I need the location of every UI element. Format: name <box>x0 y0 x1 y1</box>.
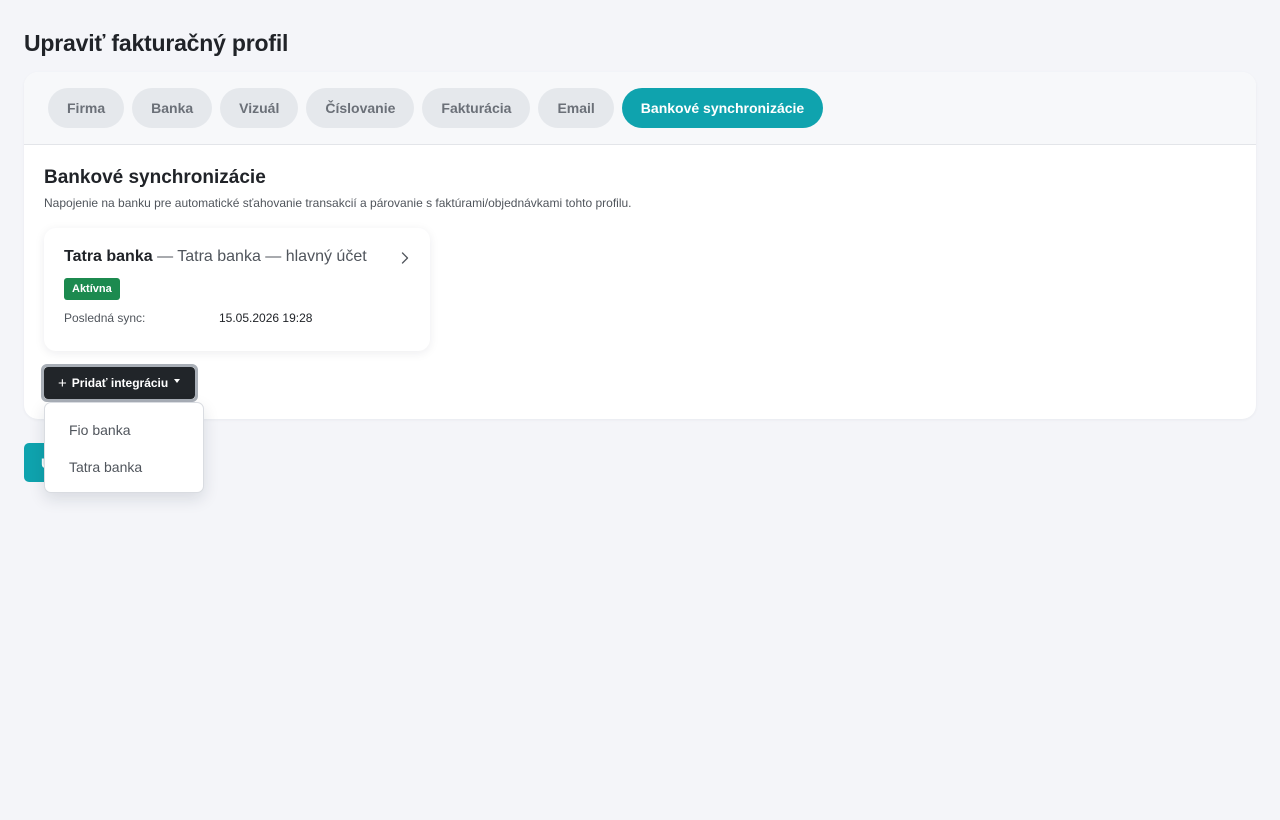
chevron-right-icon <box>401 252 409 264</box>
tab-vizual[interactable]: Vizuál <box>220 88 299 128</box>
tab-fakturacia[interactable]: Fakturácia <box>422 88 531 128</box>
tab-email[interactable]: Email <box>538 88 614 128</box>
plus-icon: + <box>58 374 67 392</box>
add-integration-button[interactable]: + Pridať integráciu <box>44 367 195 399</box>
tab-banka[interactable]: Banka <box>132 88 213 128</box>
dropdown-item-fio-banka[interactable]: Fio banka <box>45 411 203 448</box>
add-integration-dropdown: Fio banka Tatra banka <box>44 402 204 493</box>
add-integration-label: Pridať integráciu <box>71 376 169 390</box>
dropdown-item-tatra-banka[interactable]: Tatra banka <box>45 448 203 485</box>
tab-cislovanie[interactable]: Číslovanie <box>306 88 415 128</box>
last-sync-label: Posledná sync: <box>64 311 146 325</box>
status-badge: Aktívna <box>64 278 120 300</box>
last-sync-value: 15.05.2026 19:28 <box>219 311 313 325</box>
section-description: Napojenie na banku pre automatické sťaho… <box>44 196 632 210</box>
profile-card: Firma Banka Vizuál Číslovanie Fakturácia… <box>24 72 1256 419</box>
integration-card[interactable]: Tatra banka — Tatra banka — hlavný účet … <box>44 228 430 351</box>
integration-account-name: — Tatra banka — hlavný účet <box>152 248 367 265</box>
caret-down-icon <box>174 379 181 383</box>
tab-bankove-synchronizacie[interactable]: Bankové synchronizácie <box>621 88 824 128</box>
tabs-bar: Firma Banka Vizuál Číslovanie Fakturácia… <box>24 72 1256 145</box>
tab-firma[interactable]: Firma <box>48 88 125 128</box>
integration-heading: Tatra banka — Tatra banka — hlavný účet <box>64 248 367 266</box>
section-title: Bankové synchronizácie <box>44 167 266 188</box>
integration-bank-name: Tatra banka <box>64 248 153 265</box>
page-title: Upraviť fakturačný profil <box>24 30 289 56</box>
